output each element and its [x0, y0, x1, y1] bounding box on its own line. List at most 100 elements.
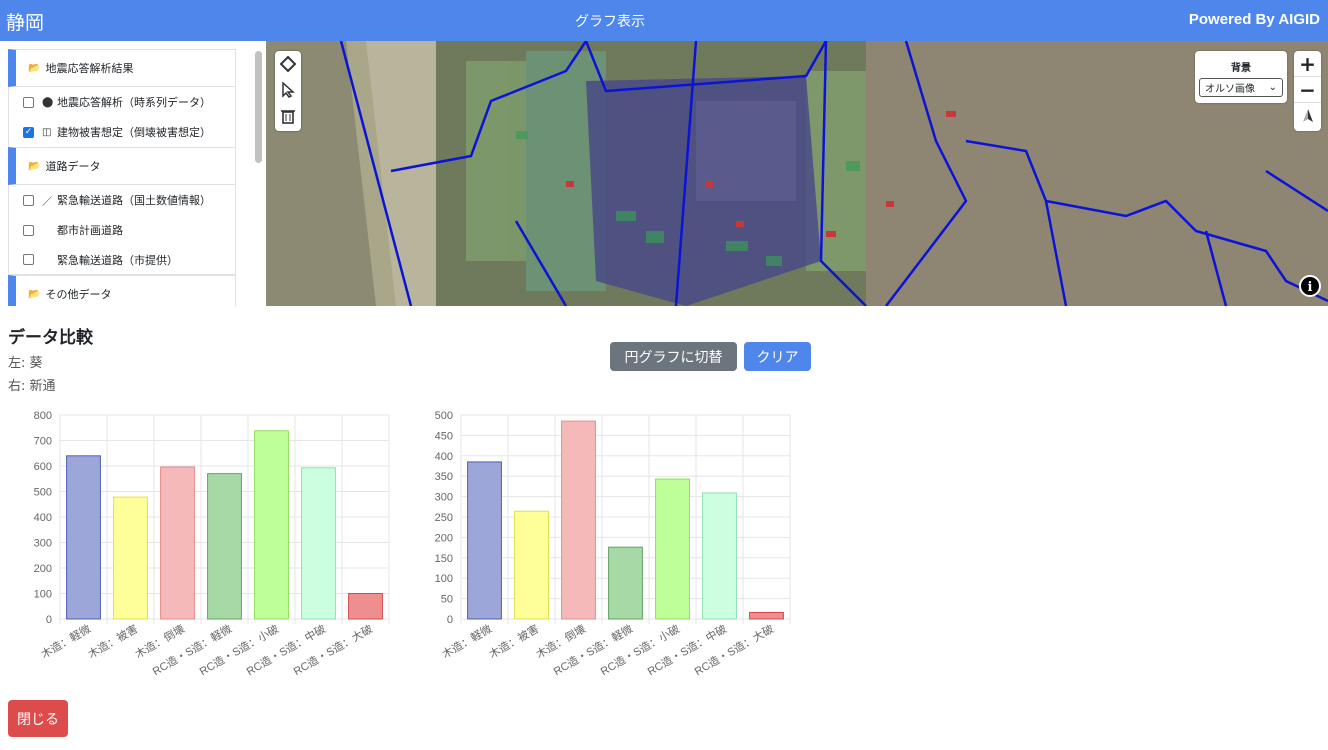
layer-label: 緊急輸送道路（国土数値情報） — [57, 194, 211, 207]
layer-checkbox[interactable] — [23, 194, 34, 206]
folder-open-icon: 📂 — [28, 160, 41, 172]
bar — [514, 510, 549, 620]
y-tick-label: 300 — [34, 538, 52, 550]
select-cursor-icon[interactable] — [275, 77, 301, 103]
map-view[interactable]: 背景 オルソ画像 ⌄ + − i — [266, 41, 1328, 306]
layer-item-building-damage[interactable]: ✓ ◫ 建物被害想定（倒壊被害想定） — [8, 117, 236, 147]
y-tick-label: 400 — [435, 451, 453, 463]
group-other-data[interactable]: 📂 その他データ — [8, 275, 236, 306]
y-tick-label: 500 — [34, 487, 52, 499]
trash-icon[interactable] — [275, 103, 301, 129]
info-button[interactable]: i — [1299, 275, 1321, 297]
aerial-map-image — [266, 41, 1328, 306]
x-tick-label: 木造：軽微 — [439, 621, 494, 661]
basemap-select[interactable]: オルソ画像 ⌄ — [1199, 78, 1283, 97]
layer-checkbox[interactable] — [23, 224, 34, 236]
folder-open-icon: 📂 — [28, 288, 41, 300]
x-tick-label: RC造・S造：中破 — [244, 621, 328, 678]
bar — [301, 467, 336, 620]
group-earthquake-analysis[interactable]: 📂 地震応答解析結果 — [8, 49, 236, 87]
layer-label: 緊急輸送道路（市提供） — [57, 253, 178, 267]
x-tick-label: RC造・S造：小破 — [197, 621, 281, 678]
x-tick-label: RC造・S造：軽微 — [551, 621, 635, 678]
bar — [113, 496, 148, 620]
chevron-down-icon: ⌄ — [1268, 82, 1277, 93]
y-tick-label: 700 — [34, 436, 52, 448]
x-tick-label: RC造・S造：小破 — [598, 621, 682, 678]
polygon-draw-icon[interactable] — [275, 51, 301, 77]
bar — [66, 455, 101, 620]
y-tick-label: 0 — [447, 614, 453, 626]
layer-sidebar: 📂 地震応答解析結果 ⬤ 地震応答解析（時系列データ） ✓ ◫ 建物被害想定（倒… — [0, 41, 266, 306]
right-area-label: 右: 新通 — [8, 379, 56, 394]
bar — [702, 492, 737, 620]
y-tick-label: 100 — [34, 589, 52, 601]
sidebar-scrollbar[interactable] — [255, 51, 262, 163]
bar — [348, 593, 383, 620]
x-tick-label: RC造・S造：大破 — [291, 621, 375, 678]
draw-toolbar — [275, 51, 301, 131]
y-tick-label: 800 — [34, 410, 52, 422]
y-tick-label: 200 — [435, 532, 453, 544]
x-tick-label: RC造・S造：中破 — [645, 621, 729, 678]
layer-checkbox[interactable] — [23, 96, 34, 108]
zoom-out-button[interactable]: − — [1294, 77, 1321, 103]
layer-label: 都市計画道路 — [57, 224, 123, 237]
layer-item-city-planning-road[interactable]: 都市計画道路 — [8, 215, 236, 245]
bar — [254, 430, 289, 620]
layer-item-timeseries[interactable]: ⬤ 地震応答解析（時系列データ） — [8, 87, 236, 117]
bar — [655, 478, 690, 620]
clear-button[interactable]: クリア — [744, 342, 811, 371]
layer-item-emergency-road-national[interactable]: ／ 緊急輸送道路（国土数値情報） — [8, 185, 236, 215]
circle-icon: ⬤ — [42, 96, 54, 108]
switch-to-pie-button[interactable]: 円グラフに切替 — [610, 342, 737, 371]
y-tick-label: 450 — [435, 430, 453, 442]
x-tick-label: 木造：被害 — [85, 621, 140, 661]
y-tick-label: 500 — [435, 410, 453, 422]
x-tick-label: 木造：軽微 — [38, 621, 93, 661]
y-tick-label: 350 — [435, 471, 453, 483]
y-tick-label: 600 — [34, 461, 52, 473]
bar — [749, 611, 784, 620]
zoom-in-button[interactable]: + — [1294, 51, 1321, 77]
building-icon: ◫ — [42, 126, 52, 138]
line-icon: ／ — [42, 196, 52, 208]
layer-checkbox[interactable] — [23, 254, 34, 265]
right-bar-chart: 0 50 100 150 200 250 300 350 400 450 500 木造：軽微木造：被害… — [435, 410, 791, 678]
y-tick-label: 0 — [46, 614, 52, 626]
left-area-label: 左: 葵 — [8, 356, 43, 371]
powered-by-label: Powered By AIGID — [1188, 11, 1320, 28]
x-tick-label: RC造・S造：軽微 — [150, 621, 234, 678]
top-navbar: 静岡 グラフ表示 Powered By AIGID — [0, 0, 1328, 41]
layer-checkbox-checked[interactable]: ✓ — [23, 126, 34, 138]
group-label: その他データ — [45, 288, 112, 301]
y-tick-label: 250 — [435, 512, 453, 524]
y-tick-label: 300 — [435, 492, 453, 504]
x-tick-label: 木造：被害 — [486, 621, 541, 661]
close-button[interactable]: 閉じる — [8, 700, 68, 737]
bar — [467, 461, 502, 620]
x-tick-label: RC造・S造：大破 — [692, 621, 776, 678]
y-tick-label: 200 — [34, 563, 52, 575]
page-title: グラフ表示 — [575, 14, 645, 30]
group-label: 道路データ — [45, 160, 101, 173]
group-label: 地震応答解析結果 — [45, 62, 134, 75]
bar — [561, 420, 596, 620]
layer-label: 建物被害想定（倒壊被害想定） — [57, 126, 211, 139]
basemap-panel: 背景 オルソ画像 ⌄ — [1195, 51, 1287, 103]
basemap-label: 背景 — [1231, 63, 1251, 74]
y-tick-label: 400 — [34, 512, 52, 524]
folder-open-icon: 📂 — [28, 62, 41, 74]
y-tick-label: 50 — [441, 594, 453, 606]
layer-label: 地震応答解析（時系列データ） — [57, 96, 211, 109]
left-bar-chart: 0100200300400500600700800木造：軽微木造：被害木造：倒壊… — [34, 410, 390, 678]
y-tick-label: 100 — [435, 573, 453, 585]
compass-reset-button[interactable] — [1294, 103, 1321, 129]
compare-title: データ比較 — [8, 328, 93, 348]
layer-item-emergency-road-city[interactable]: 緊急輸送道路（市提供） — [8, 245, 236, 275]
zoom-controls: + − — [1294, 51, 1321, 131]
bar — [608, 546, 643, 620]
group-road-data[interactable]: 📂 道路データ — [8, 147, 236, 185]
compass-icon — [1302, 109, 1313, 122]
bar — [207, 473, 242, 620]
